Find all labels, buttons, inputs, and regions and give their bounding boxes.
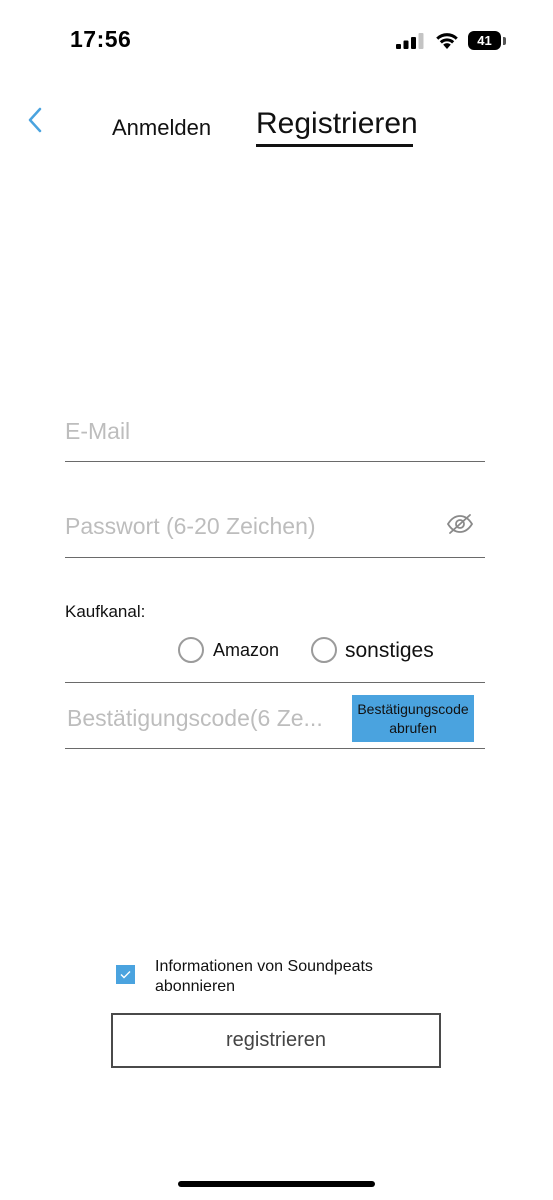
home-indicator [178,1181,375,1187]
radio-sonstiges[interactable] [311,637,337,663]
register-button[interactable]: registrieren [111,1013,441,1068]
radio-amazon[interactable] [178,637,204,663]
purchase-channel-label: Kaufkanal: [65,602,146,621]
tab-registrieren[interactable]: Registrieren [256,107,418,141]
eye-slash-icon[interactable] [446,513,474,535]
email-divider [65,461,485,462]
battery-icon: 41 [468,31,501,50]
subscribe-checkbox[interactable] [116,965,135,984]
purchase-channel-divider [65,682,485,683]
signal-icon [396,33,424,49]
radio-amazon-label[interactable]: Amazon [213,640,279,661]
status-time: 17:56 [70,26,132,52]
tab-anmelden[interactable]: Anmelden [112,115,211,141]
battery-level: 41 [477,33,492,48]
checkmark-icon [120,971,131,979]
password-field[interactable] [65,509,435,543]
subscribe-label: Informationen von Soundpeats abonnieren [155,958,373,995]
password-divider [65,557,485,558]
email-field[interactable] [65,414,480,448]
get-code-button[interactable]: Bestätigungscode abrufen [352,695,474,742]
battery-nub [503,37,506,45]
radio-sonstiges-label[interactable]: sonstiges [345,639,434,663]
chevron-left-icon[interactable] [24,104,46,136]
wifi-icon [436,33,458,49]
code-divider [65,748,485,749]
verification-code-field[interactable] [67,702,345,734]
active-tab-indicator [256,144,413,147]
